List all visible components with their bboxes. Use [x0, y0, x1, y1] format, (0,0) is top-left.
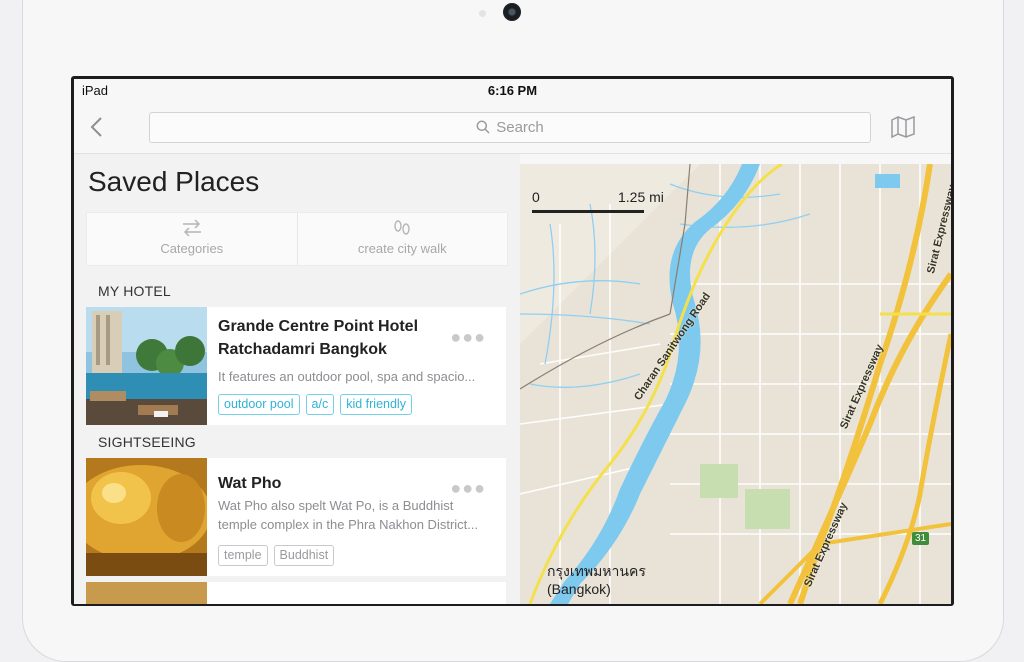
footprints-icon	[394, 220, 410, 235]
map-icon[interactable]	[890, 115, 916, 139]
section-header-sightseeing: SIGHTSEEING	[98, 434, 196, 450]
hotel-name: Grande Centre Point Hotel Ratchadamri Ba…	[218, 315, 443, 361]
saved-places-panel: Saved Places Categories create city walk…	[74, 154, 520, 604]
hotel-description: It features an outdoor pool, spa and spa…	[218, 369, 476, 384]
status-bar: iPad 6:16 PM	[74, 79, 951, 101]
city-label-thai: กรุงเทพมหานคร	[547, 563, 646, 579]
create-city-walk-button[interactable]: create city walk	[296, 213, 508, 265]
wat-pho-description-line1: Wat Pho also spelt Wat Po, is a Buddhist	[218, 498, 454, 513]
app-display: iPad 6:16 PM Search Saved Places Categor…	[74, 79, 951, 604]
scale-bar	[532, 210, 644, 213]
hotel-card[interactable]: Grande Centre Point Hotel Ratchadamri Ba…	[86, 307, 506, 425]
tag[interactable]: kid friendly	[340, 394, 412, 415]
hotel-photo	[86, 307, 207, 425]
front-sensor	[479, 10, 486, 17]
wat-pho-card[interactable]: Wat Pho ●●● Wat Pho also spelt Wat Po, i…	[86, 458, 506, 576]
search-input[interactable]: Search	[149, 112, 871, 143]
map-canvas	[520, 164, 951, 604]
hotel-name-line1: Grande Centre Point Hotel	[218, 318, 419, 335]
page-title: Saved Places	[88, 166, 260, 197]
section-header-my-hotel: MY HOTEL	[98, 283, 171, 299]
wat-pho-description: Wat Pho also spelt Wat Po, is a Buddhist…	[218, 496, 493, 534]
back-chevron-icon[interactable]	[86, 115, 108, 139]
map-scale: 0 1.25 mi	[532, 189, 672, 219]
search-icon	[476, 120, 490, 134]
tag[interactable]: temple	[218, 545, 268, 566]
route-shield: 31	[912, 532, 930, 545]
list-item[interactable]	[86, 582, 506, 604]
action-bar: Categories create city walk	[86, 212, 508, 266]
wat-pho-description-line2: temple complex in the Phra Nakhon Distri…	[218, 517, 479, 532]
hotel-tags: outdoor pool a/c kid friendly	[218, 394, 412, 415]
scale-start: 0	[532, 189, 540, 205]
tag[interactable]: outdoor pool	[218, 394, 300, 415]
city-label: กรุงเทพมหานคร (Bangkok)	[547, 562, 646, 598]
map-view[interactable]: 0 1.25 mi Charan Sanitwong Road Sirat Ex…	[520, 164, 951, 604]
hotel-name-line2: Ratchadamri Bangkok	[218, 341, 387, 358]
more-options-button[interactable]: ●●●	[450, 327, 486, 348]
wat-pho-name: Wat Pho	[218, 475, 282, 492]
categories-label: Categories	[160, 241, 224, 256]
scale-distance: 1.25 mi	[618, 189, 664, 205]
wat-pho-photo	[86, 458, 207, 576]
wat-pho-tags: temple Buddhist	[218, 545, 335, 566]
tag[interactable]: a/c	[305, 394, 335, 415]
categories-button[interactable]: Categories	[87, 213, 297, 265]
navigation-bar: Search	[74, 101, 951, 154]
status-time: 6:16 PM	[487, 83, 538, 98]
front-camera	[503, 3, 521, 21]
search-placeholder: Search	[496, 119, 544, 136]
tag[interactable]: Buddhist	[273, 545, 335, 566]
swap-arrows-icon	[182, 219, 201, 237]
create-city-walk-label: create city walk	[357, 241, 447, 256]
place-photo	[86, 582, 207, 604]
city-label-english: (Bangkok)	[547, 581, 611, 597]
